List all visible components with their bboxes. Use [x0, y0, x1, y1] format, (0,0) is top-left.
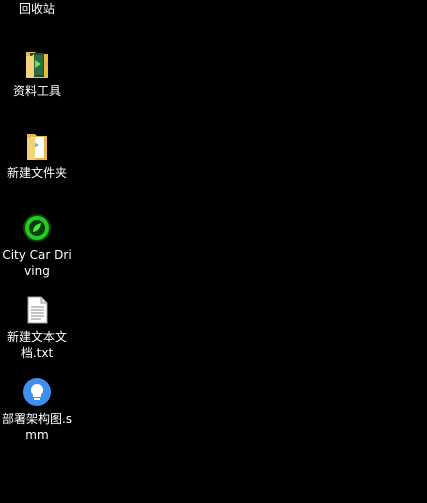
desktop-icon-new-text-file[interactable]: 新建文本文档.txt: [0, 294, 74, 361]
desktop-icon-smm-file[interactable]: 部署架构图.smm: [0, 376, 74, 443]
desktop: 回收站 资料工具 新建文件夹 City Car Driving 新建文本文档.t…: [0, 0, 427, 503]
desktop-icon-city-car-driving[interactable]: City Car Driving: [0, 212, 74, 279]
desktop-icon-label: 部署架构图.smm: [1, 412, 73, 442]
city-car-driving-icon: [21, 212, 53, 244]
desktop-icon-new-folder[interactable]: 新建文件夹: [0, 130, 74, 181]
desktop-icon-recycle-bin[interactable]: 回收站: [0, 0, 74, 17]
desktop-icon-label: 新建文件夹: [6, 166, 67, 180]
desktop-icon-label: City Car Driving: [2, 248, 72, 278]
mindmap-file-icon: [21, 376, 53, 408]
desktop-icon-label: 回收站: [18, 2, 55, 16]
desktop-icon-label: 资料工具: [12, 84, 61, 98]
folder-icon: [21, 48, 53, 80]
desktop-icon-label: 新建文本文档.txt: [6, 330, 67, 360]
desktop-icon-tools-folder[interactable]: 资料工具: [0, 48, 74, 99]
text-file-icon: [21, 294, 53, 326]
folder-icon: [21, 130, 53, 162]
